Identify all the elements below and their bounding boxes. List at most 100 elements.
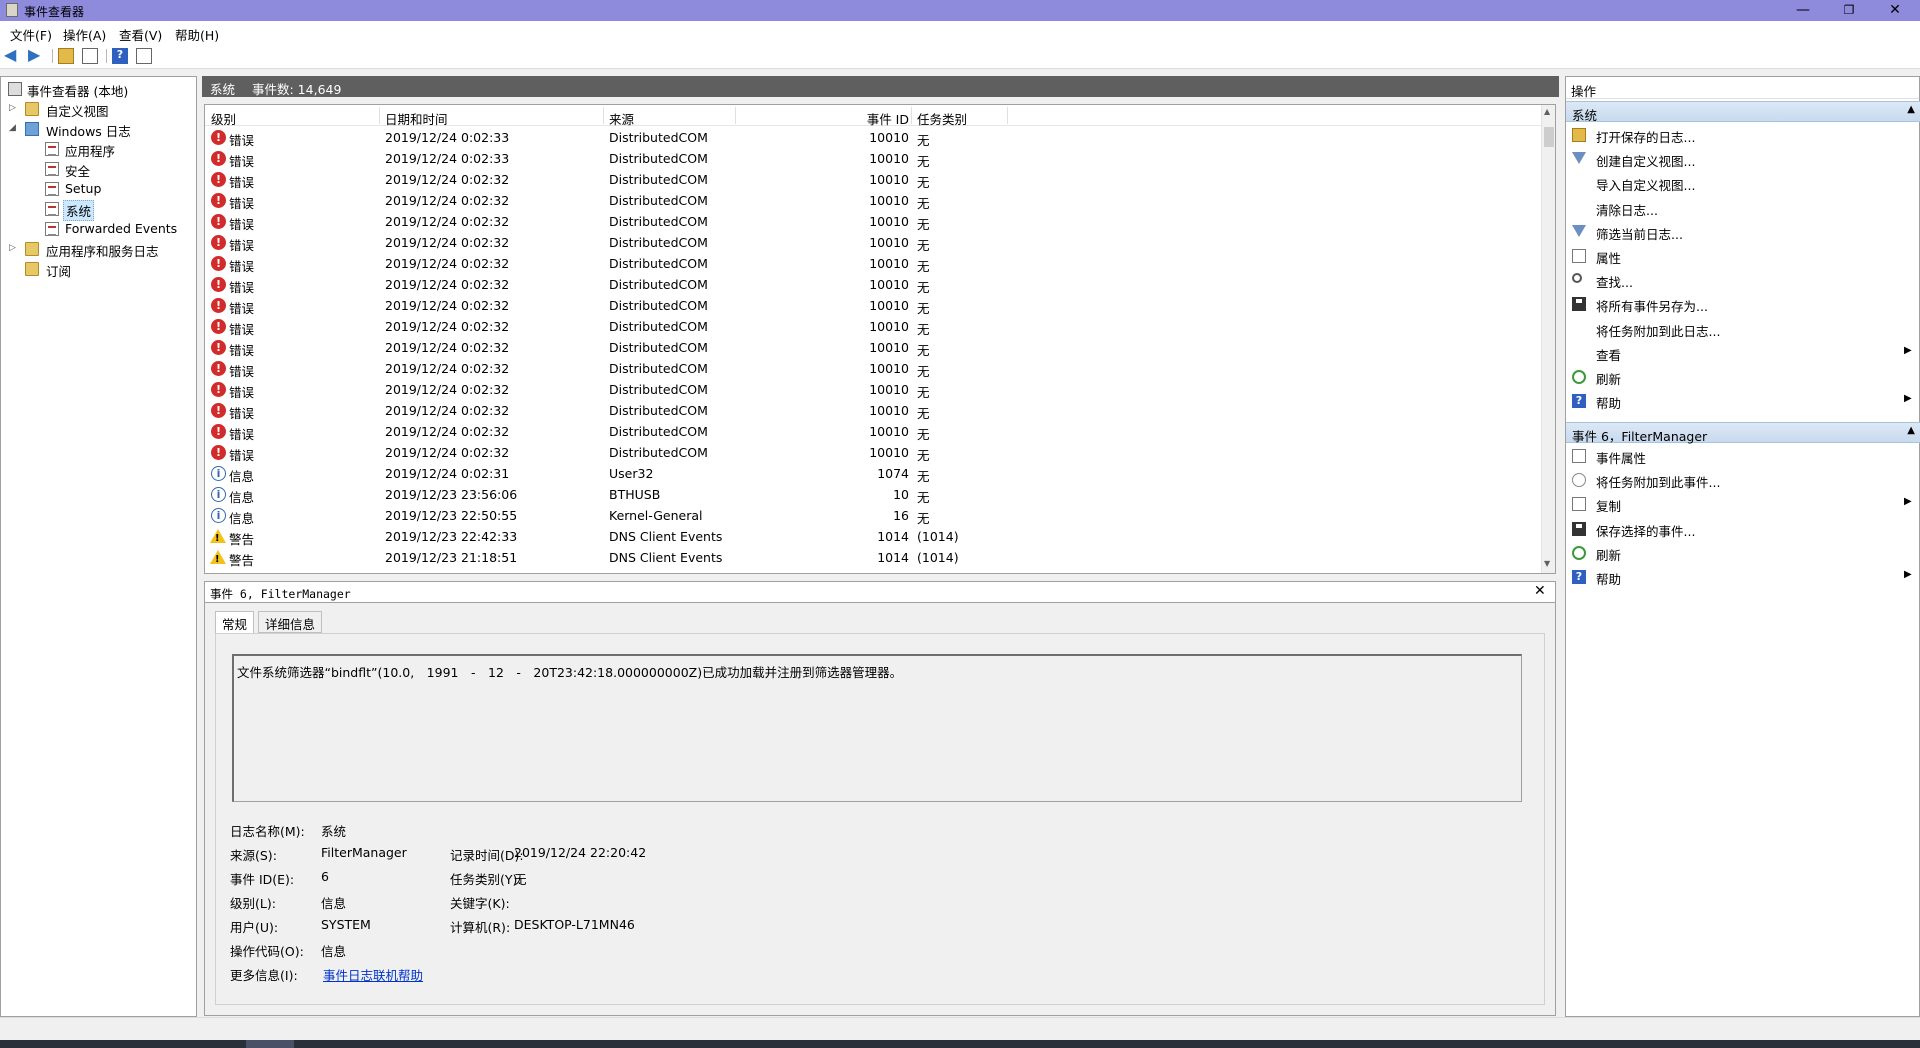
table-row[interactable]: ! 错误 2019/12/24 0:02:32 DistributedCOM 10010…: [205, 442, 1535, 463]
folder-icon: [25, 242, 39, 256]
action-item[interactable]: 复制 ▶: [1566, 494, 1920, 514]
table-row[interactable]: i 信息 2019/12/23 22:50:55 Kernel-General 16 无: [205, 505, 1535, 526]
table-row[interactable]: ! 错误 2019/12/24 0:02:32 DistributedCOM 10010…: [205, 274, 1535, 295]
show-hide-action-pane-icon[interactable]: [136, 48, 152, 64]
close-detail-icon[interactable]: ✕: [1534, 583, 1546, 599]
row-task-category: 无: [917, 427, 930, 442]
collapse-chevron-icon[interactable]: ◢: [9, 123, 16, 133]
table-row[interactable]: ! 警告 2019/12/23 22:42:33 DNS Client Events 1…: [205, 526, 1535, 547]
event-list: 级别 日期和时间 来源 事件 ID 任务类别 ! 错误 2019/12/24 0:0…: [204, 104, 1556, 574]
table-row[interactable]: ! 错误 2019/12/24 0:02:32 DistributedCOM 10010…: [205, 253, 1535, 274]
tab-general[interactable]: 常规: [215, 611, 255, 634]
action-item[interactable]: 保存选择的事件...: [1566, 519, 1920, 539]
actions-section-system[interactable]: 系统 ▲: [1566, 101, 1920, 123]
action-item[interactable]: 创建自定义视图...: [1566, 149, 1920, 169]
scrollbar-thumb[interactable]: [1544, 127, 1554, 147]
actions-section-event[interactable]: 事件 6，FilterManager ▲: [1566, 422, 1920, 444]
scroll-down-arrow-icon[interactable]: ▼: [1544, 559, 1550, 568]
save-icon: [1572, 297, 1586, 312]
expand-chevron-icon[interactable]: ▷: [9, 103, 16, 113]
show-hide-tree-icon[interactable]: [82, 48, 98, 64]
table-row[interactable]: ! 错误 2019/12/24 0:02:32 DistributedCOM 10010…: [205, 421, 1535, 442]
column-divider[interactable]: [735, 107, 736, 124]
action-item[interactable]: ? 帮助 ▶: [1566, 567, 1920, 587]
action-item[interactable]: ? 帮助 ▶: [1566, 391, 1920, 411]
action-label: 将任务附加到此日志...: [1596, 323, 1721, 339]
section-title: 事件 6，FilterManager: [1572, 429, 1708, 444]
column-level[interactable]: 级别: [211, 109, 236, 128]
log-name-value: 系统: [321, 824, 347, 839]
up-folder-icon[interactable]: [58, 48, 74, 64]
action-item[interactable]: 筛选当前日志...: [1566, 222, 1920, 242]
action-item[interactable]: 刷新: [1566, 543, 1920, 563]
column-event-id[interactable]: 事件 ID: [825, 109, 909, 128]
column-task-category[interactable]: 任务类别: [917, 109, 967, 128]
row-datetime: 2019/12/24 0:02:32: [385, 172, 510, 187]
column-divider[interactable]: [911, 107, 912, 124]
row-level: 错误: [229, 448, 255, 463]
table-row[interactable]: ! 错误 2019/12/24 0:02:32 DistributedCOM 10010…: [205, 400, 1535, 421]
forward-arrow-icon[interactable]: ▶: [28, 47, 44, 64]
action-item[interactable]: 将任务附加到此事件...: [1566, 470, 1920, 490]
error-icon: !: [211, 256, 226, 271]
table-row[interactable]: i 信息 2019/12/23 23:56:06 BTHUSB 10 无: [205, 484, 1535, 505]
row-source: DistributedCOM: [609, 151, 708, 166]
maximize-button[interactable]: ❐: [1826, 0, 1872, 21]
action-item[interactable]: 查找...: [1566, 270, 1920, 290]
row-datetime: 2019/12/24 0:02:32: [385, 319, 510, 334]
help-icon[interactable]: ?: [112, 48, 128, 64]
collapse-icon[interactable]: ▲: [1907, 425, 1915, 436]
action-item[interactable]: 导入自定义视图...: [1566, 173, 1920, 193]
tab-details[interactable]: 详细信息: [258, 611, 323, 633]
row-level: 信息: [229, 490, 255, 505]
minimize-button[interactable]: —: [1780, 0, 1826, 21]
action-item[interactable]: 清除日志...: [1566, 198, 1920, 218]
column-divider[interactable]: [1007, 107, 1008, 124]
table-row[interactable]: ! 错误 2019/12/24 0:02:32 DistributedCOM 10010…: [205, 232, 1535, 253]
table-row[interactable]: ! 错误 2019/12/24 0:02:32 DistributedCOM 10010…: [205, 316, 1535, 337]
taskbar-active-app[interactable]: [246, 1040, 294, 1048]
menu-action[interactable]: 操作(A): [63, 25, 106, 44]
collapse-icon[interactable]: ▲: [1907, 104, 1915, 115]
action-item[interactable]: 将任务附加到此日志...: [1566, 319, 1920, 339]
expand-chevron-icon[interactable]: ▷: [9, 243, 16, 253]
row-event-id: 1074: [877, 466, 909, 481]
menu-view[interactable]: 查看(V): [119, 25, 162, 44]
event-message-box[interactable]: 文件系统筛选器“bindflt”(10.0, 1991 - 12 - 20T23…: [232, 654, 1522, 802]
close-button[interactable]: ✕: [1872, 0, 1918, 21]
action-item[interactable]: 刷新: [1566, 367, 1920, 387]
folder-open-icon: [1572, 128, 1586, 142]
action-item[interactable]: 属性: [1566, 246, 1920, 266]
table-row[interactable]: ! 警告 2019/12/23 21:18:51 DNS Client Events 1…: [205, 547, 1535, 568]
menu-help[interactable]: 帮助(H): [175, 25, 219, 44]
row-source: DistributedCOM: [609, 172, 708, 187]
action-item[interactable]: 事件属性: [1566, 446, 1920, 466]
table-row[interactable]: ! 错误 2019/12/24 0:02:32 DistributedCOM 10010…: [205, 379, 1535, 400]
table-row[interactable]: ! 错误 2019/12/24 0:02:32 DistributedCOM 10010…: [205, 295, 1535, 316]
event-detail-header: 事件 6, FilterManager ✕: [204, 581, 1556, 603]
info-icon: i: [211, 466, 226, 481]
action-label: 清除日志...: [1596, 202, 1658, 218]
back-arrow-icon[interactable]: ◀: [4, 47, 20, 64]
table-row[interactable]: i 信息 2019/12/24 0:02:31 User32 1074 无: [205, 463, 1535, 484]
row-task-category: 无: [917, 175, 930, 190]
table-row[interactable]: ! 错误 2019/12/24 0:02:32 DistributedCOM 10010…: [205, 211, 1535, 232]
column-source[interactable]: 来源: [609, 109, 634, 128]
column-divider[interactable]: [603, 107, 604, 124]
action-item[interactable]: 查看 ▶: [1566, 343, 1920, 363]
table-row[interactable]: ! 错误 2019/12/24 0:02:33 DistributedCOM 10010…: [205, 127, 1535, 148]
table-row[interactable]: ! 错误 2019/12/24 0:02:32 DistributedCOM 10010…: [205, 190, 1535, 211]
table-row[interactable]: ! 错误 2019/12/24 0:02:32 DistributedCOM 10010…: [205, 169, 1535, 190]
action-item[interactable]: 将所有事件另存为...: [1566, 294, 1920, 314]
menu-file[interactable]: 文件(F): [10, 25, 52, 44]
online-help-link[interactable]: 事件日志联机帮助: [323, 965, 423, 984]
scroll-up-arrow-icon[interactable]: ▲: [1544, 107, 1550, 116]
error-icon: !: [211, 445, 226, 460]
column-divider[interactable]: [379, 107, 380, 124]
table-row[interactable]: ! 错误 2019/12/24 0:02:32 DistributedCOM 10010…: [205, 358, 1535, 379]
table-row[interactable]: ! 错误 2019/12/24 0:02:33 DistributedCOM 10010…: [205, 148, 1535, 169]
event-list-scrollbar[interactable]: ▲ ▼: [1541, 105, 1555, 573]
action-item[interactable]: 打开保存的日志...: [1566, 125, 1920, 145]
table-row[interactable]: ! 错误 2019/12/24 0:02:32 DistributedCOM 10010…: [205, 337, 1535, 358]
column-datetime[interactable]: 日期和时间: [385, 109, 448, 128]
